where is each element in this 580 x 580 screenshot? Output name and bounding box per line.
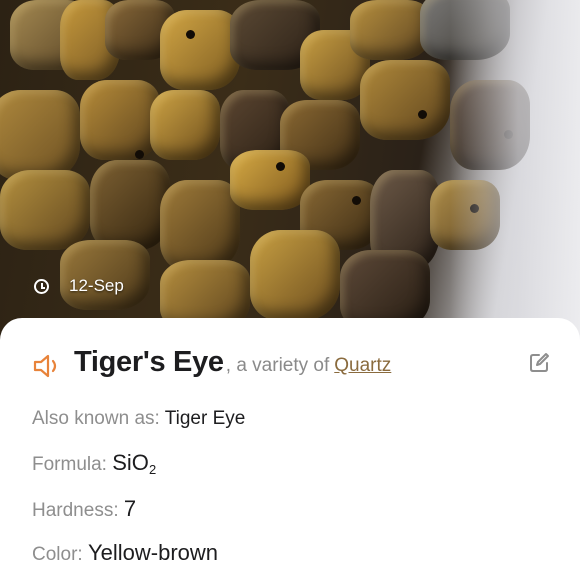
property-value: 7 bbox=[123, 496, 137, 521]
clock-icon bbox=[34, 278, 49, 294]
stone-hole bbox=[276, 162, 285, 171]
stone bbox=[0, 170, 90, 250]
stone bbox=[90, 160, 170, 250]
property-aka: Also known as: Tiger Eye bbox=[32, 408, 245, 430]
jar-glass bbox=[450, 0, 580, 340]
photo-timestamp: 12-Sep bbox=[34, 276, 124, 296]
speaker-icon[interactable] bbox=[32, 352, 64, 380]
stone bbox=[160, 10, 240, 90]
stone bbox=[160, 180, 240, 270]
title-row: Tiger's Eye , a variety of Quartz bbox=[32, 346, 548, 386]
property-label: Also known as: bbox=[32, 408, 160, 429]
property-value: Tiger Eye bbox=[164, 408, 246, 429]
edit-icon[interactable] bbox=[528, 352, 550, 374]
property-label: Color: bbox=[32, 544, 83, 565]
stone-hole bbox=[352, 196, 361, 205]
formula-main: SiO bbox=[112, 450, 149, 475]
property-formula: Formula: SiO2 bbox=[32, 450, 157, 477]
mineral-name: Tiger's Eye bbox=[74, 346, 224, 378]
property-label: Formula: bbox=[32, 454, 107, 475]
stone bbox=[150, 90, 220, 160]
stone bbox=[350, 0, 430, 60]
property-color: Color: Yellow-brown bbox=[32, 540, 218, 566]
stone bbox=[360, 60, 450, 140]
mineral-detail-sheet: Tiger's Eye , a variety of Quartz Also k… bbox=[0, 318, 580, 580]
property-value: SiO2 bbox=[112, 450, 157, 477]
stone bbox=[80, 80, 160, 160]
stone bbox=[0, 90, 80, 180]
variety-link[interactable]: Quartz bbox=[334, 355, 391, 377]
formula-subscript: 2 bbox=[148, 462, 157, 477]
property-hardness: Hardness: 7 bbox=[32, 496, 136, 522]
property-value: Yellow-brown bbox=[87, 540, 219, 565]
stone-hole bbox=[418, 110, 427, 119]
stone-hole bbox=[135, 150, 144, 159]
stone bbox=[250, 230, 340, 320]
stone bbox=[60, 240, 150, 310]
mineral-photo[interactable]: 12-Sep bbox=[0, 0, 580, 340]
timestamp-label: 12-Sep bbox=[69, 276, 124, 295]
variety-prefix: , a variety of bbox=[225, 355, 330, 376]
stone-hole bbox=[186, 30, 195, 39]
property-label: Hardness: bbox=[32, 500, 119, 521]
stone bbox=[230, 150, 310, 210]
